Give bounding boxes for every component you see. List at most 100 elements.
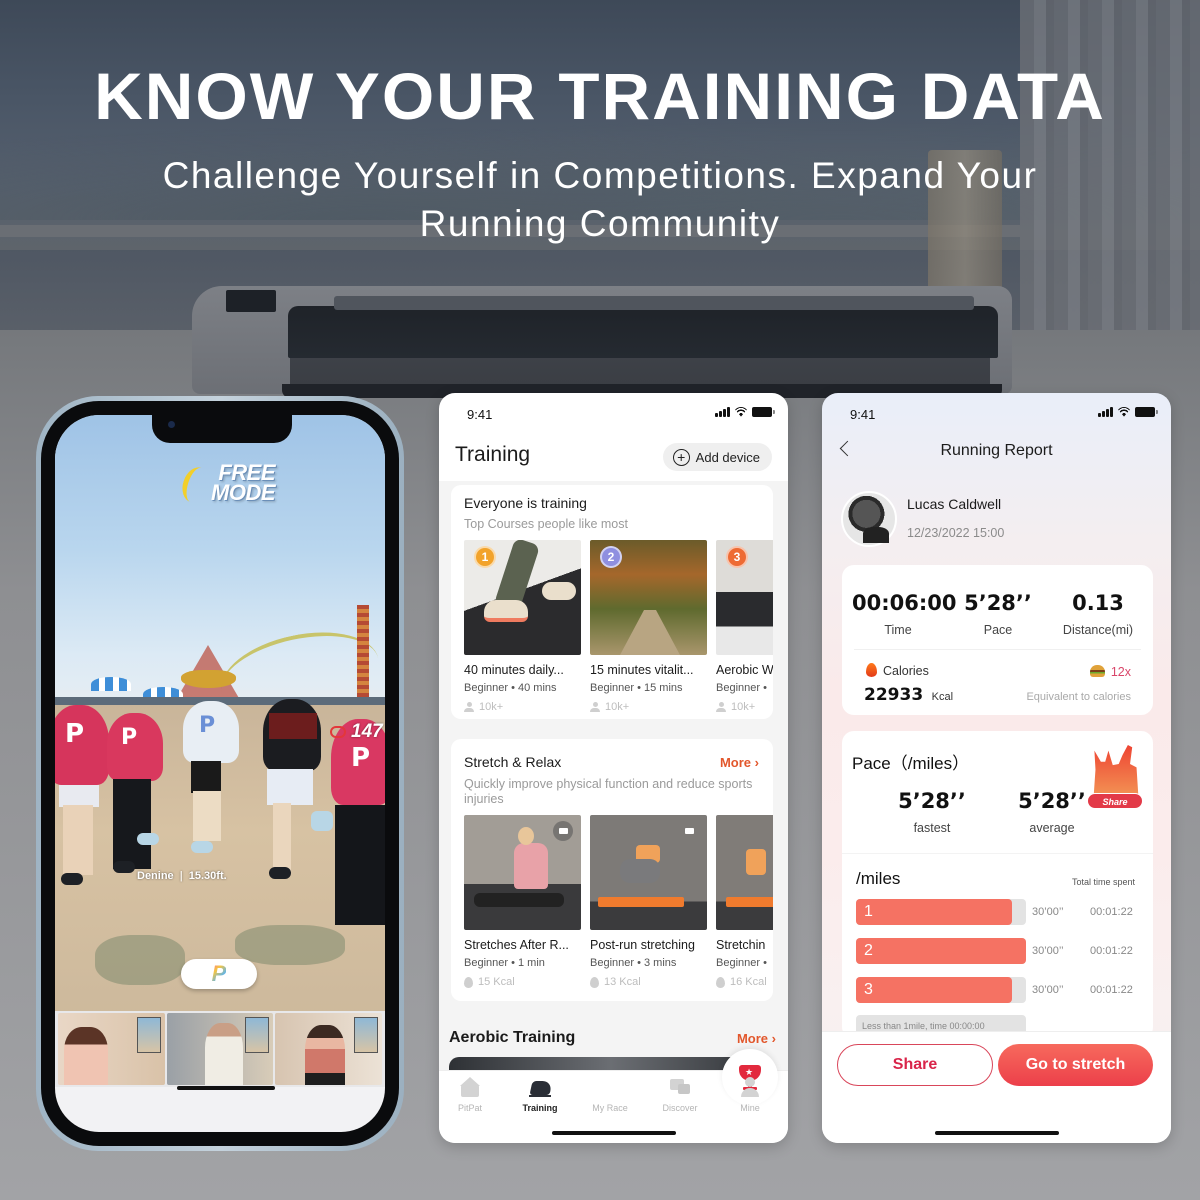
pace-section-title: Pace（/miles） (852, 754, 970, 773)
battery-icon (1135, 407, 1158, 417)
course-carousel[interactable]: 1 40 minutes daily... Beginner • 40 mins… (464, 540, 773, 713)
course-meta: Beginner • 3 mins (590, 957, 677, 969)
video-camera-icon (679, 821, 699, 841)
banner-subline-2: Running Community (419, 203, 781, 244)
add-device-label: Add device (695, 449, 760, 465)
distance-value: 0.13 (1072, 591, 1124, 615)
training-feed[interactable]: Everyone is training Top Courses people … (439, 481, 788, 1077)
video-thumbnail[interactable] (58, 1013, 165, 1085)
beach-umbrella (91, 677, 131, 691)
tab-label: Mine (740, 1103, 760, 1113)
split-bar-track (856, 899, 1026, 925)
divider (854, 649, 1141, 650)
front-camera (168, 421, 175, 428)
tab-pitpat[interactable]: PitPat (440, 1077, 500, 1113)
burger-icon (1089, 665, 1105, 677)
course-carousel[interactable]: Stretches After R... Beginner • 1 min 15… (464, 815, 773, 988)
flame-icon (590, 976, 599, 988)
course-thumbnail (464, 815, 581, 930)
home-indicator[interactable] (551, 1131, 676, 1135)
calories-readout: 22933 Kcal (864, 685, 953, 705)
share-badge-label: Share (1087, 793, 1143, 809)
course-thumbnail: 2 (590, 540, 707, 655)
course-thumbnail (716, 815, 773, 930)
runner-distance: 15.30ft. (188, 870, 227, 882)
split-index: 1 (864, 903, 873, 920)
runner-distance-label: Denine | 15.30ft. (137, 870, 227, 882)
chevron-right-icon: › (771, 1031, 776, 1046)
tab-discover[interactable]: Discover (650, 1077, 710, 1113)
course-item[interactable]: 1 40 minutes daily... Beginner • 40 mins… (464, 540, 581, 713)
page-title: Training (455, 443, 531, 466)
more-link[interactable]: More › (720, 755, 759, 770)
home-icon (459, 1077, 481, 1097)
aerobic-more-link[interactable]: More › (737, 1031, 776, 1046)
go-to-stretch-button[interactable]: Go to stretch (998, 1044, 1153, 1086)
course-calories: 16 Kcal (730, 976, 767, 988)
stretch-relax-card: Stretch & Relax More › Quickly improve p… (451, 739, 773, 1001)
person-icon (464, 702, 474, 712)
course-meta: Beginner • (716, 957, 767, 969)
video-thumbnail[interactable] (166, 1013, 274, 1085)
split-bar-fill (856, 899, 1013, 925)
training-app-screen: 9:41 Training + Add device Everyone is t… (439, 393, 788, 1143)
tab-mine[interactable]: Mine (720, 1077, 780, 1113)
home-indicator[interactable] (177, 1086, 275, 1090)
course-calories: 13 Kcal (604, 976, 641, 988)
run-date: 12/23/2022 15:00 (907, 526, 1005, 540)
split-time: 00:01:22 (1090, 906, 1133, 918)
split-index: 3 (864, 981, 873, 998)
status-bar: 9:41 (822, 393, 1171, 433)
game-screen[interactable]: FREE MODE P P P P 147 Denine | 15.30ft. … (55, 415, 385, 1132)
course-item[interactable]: Stretches After R... Beginner • 1 min 15… (464, 815, 581, 988)
treadmill-rail (334, 296, 974, 310)
split-time: 00:01:22 (1090, 945, 1133, 957)
heart-rate-icon (330, 726, 346, 738)
battery-icon (752, 407, 775, 417)
average-pace-value: 5’28’’ (1018, 789, 1086, 813)
course-item[interactable]: 3 Aerobic W Beginner • 10k+ (716, 540, 773, 713)
avatar[interactable] (841, 491, 897, 547)
split-pace: 30’00’’ (1032, 906, 1064, 918)
pitpat-logo-icon: P (211, 961, 227, 986)
course-thumbnail (590, 815, 707, 930)
course-name: Stretchin (716, 938, 766, 952)
course-meta: Beginner • 40 mins (464, 682, 557, 694)
free-mode-line2: MODE (211, 480, 276, 505)
equivalent-readout: 12x (1089, 665, 1131, 679)
flame-icon (716, 976, 725, 988)
section-subtitle: Top Courses people like most (464, 517, 628, 531)
course-name: 40 minutes daily... (464, 663, 564, 677)
pitpat-logo-button[interactable]: P (181, 959, 257, 989)
game-phone: FREE MODE P P P P 147 Denine | 15.30ft. … (36, 396, 404, 1151)
distance-label: Distance(mi) (1062, 623, 1134, 637)
rank-medal-icon: 2 (600, 546, 622, 568)
course-thumbnail: 3 (716, 540, 773, 655)
course-item[interactable]: 2 15 minutes vitalit... Beginner • 15 mi… (590, 540, 707, 713)
tv-screen (245, 1017, 270, 1053)
popular-courses-card: Everyone is training Top Courses people … (451, 485, 773, 719)
fire-icon (866, 663, 877, 677)
share-badge-button[interactable]: Share (1083, 745, 1147, 815)
pace-card: Pace（/miles） 5’28’’ fastest 5’28’’ avera… (842, 731, 1153, 1039)
tab-my-race[interactable]: ★ My Race (580, 1049, 778, 1113)
time-value: 00:06:00 (852, 591, 957, 615)
video-thumbnail[interactable] (275, 1013, 383, 1085)
add-device-button[interactable]: + Add device (662, 443, 772, 471)
runner-name: Denine (137, 870, 174, 882)
course-item[interactable]: Stretchin Beginner • 16 Kcal (716, 815, 773, 988)
person-icon (590, 702, 600, 712)
calories-heading: Calories (866, 663, 929, 678)
calories-unit: Kcal (931, 691, 954, 703)
home-indicator[interactable] (934, 1131, 1059, 1135)
tv-screen (136, 1017, 161, 1053)
divider (842, 853, 1153, 854)
chat-bubbles-icon (669, 1077, 691, 1097)
course-item[interactable]: Post-run stretching Beginner • 3 mins 13… (590, 815, 707, 988)
split-bar-track (856, 977, 1026, 1003)
sneaker-icon (529, 1077, 553, 1097)
tab-training[interactable]: Training (510, 1077, 570, 1113)
person-icon (739, 1077, 761, 1097)
aerobic-section-title: Aerobic Training (449, 1029, 576, 1046)
share-button[interactable]: Share (837, 1044, 993, 1086)
